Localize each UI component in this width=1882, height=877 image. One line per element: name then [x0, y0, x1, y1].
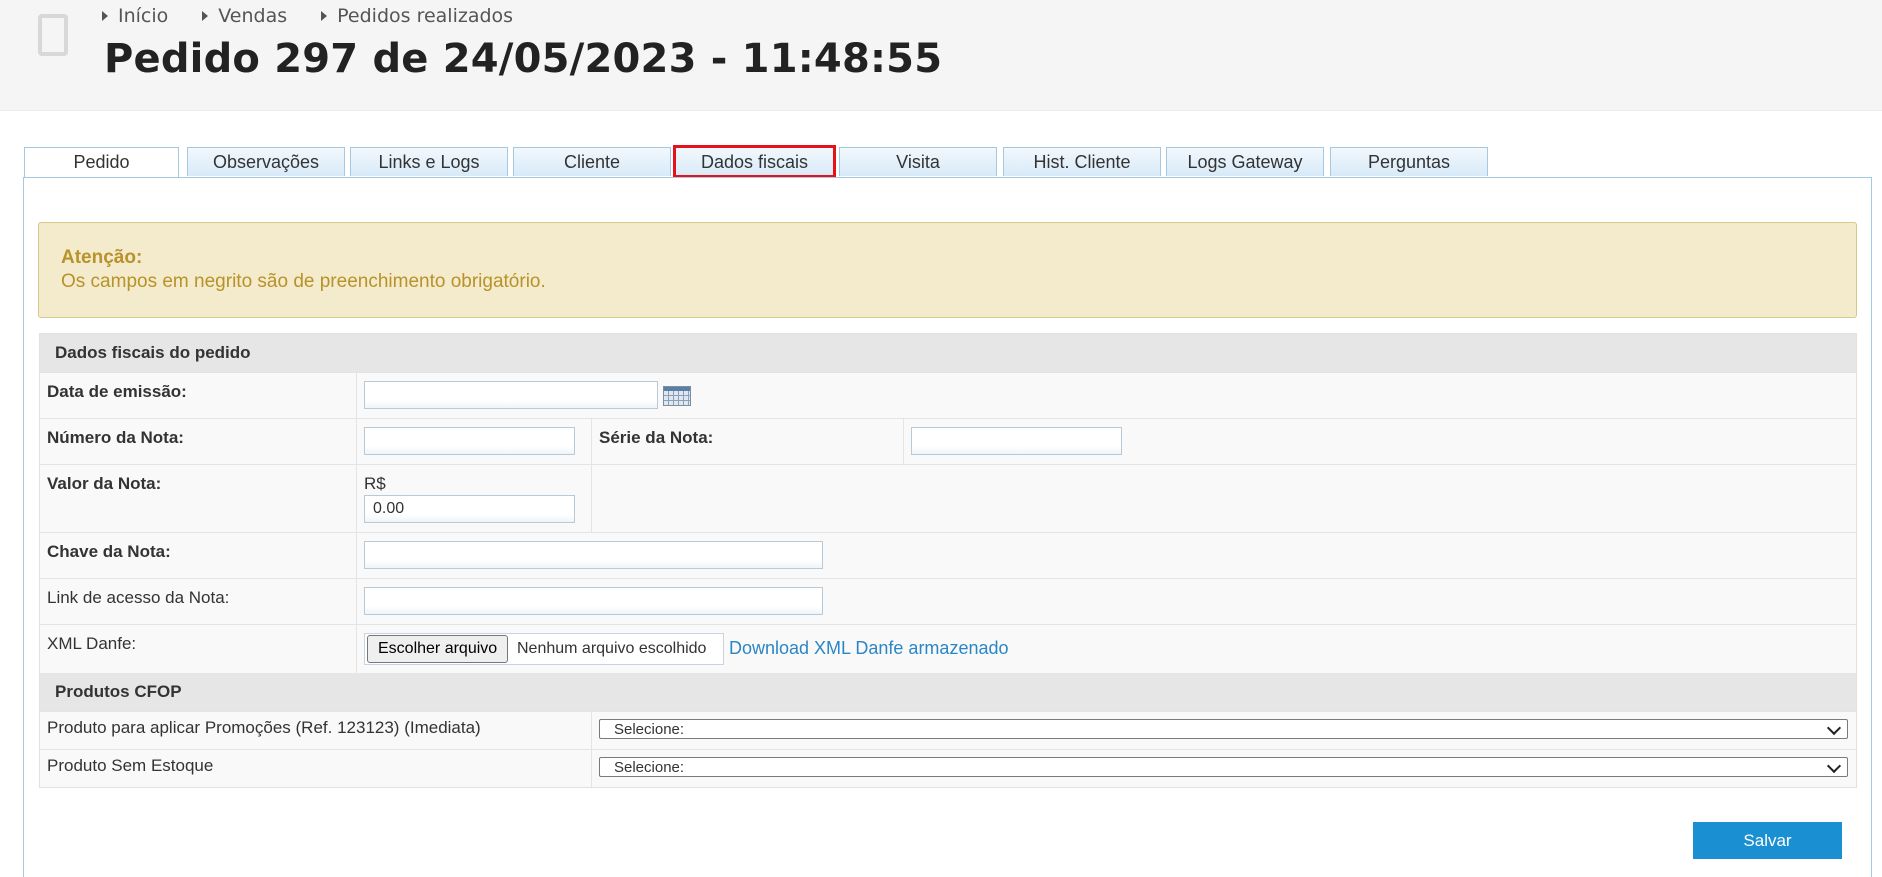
currency-label: R$ [364, 474, 386, 493]
row-link-nota: Link de acesso da Nota: [40, 578, 1856, 624]
chave-nota-cell [356, 533, 1856, 578]
tab-dados-fiscais[interactable]: Dados fiscais [673, 145, 836, 178]
tab-visita[interactable]: Visita [839, 147, 997, 176]
cfop-select[interactable]: Selecione: [599, 757, 1848, 777]
tab-logs-gateway[interactable]: Logs Gateway [1166, 147, 1324, 176]
link-nota-label: Link de acesso da Nota: [47, 588, 230, 607]
breadcrumb-label: Início [118, 5, 169, 27]
row-numero-serie: Número da Nota: Série da Nota: [40, 418, 1856, 464]
chave-nota-input[interactable] [364, 541, 823, 569]
serie-nota-input[interactable] [911, 427, 1122, 455]
download-xml-link[interactable]: Download XML Danfe armazenado [729, 638, 1009, 659]
cfop-product-label: Produto Sem Estoque [47, 756, 214, 775]
data-emissao-label: Data de emissão: [47, 382, 187, 401]
xml-danfe-label: XML Danfe: [47, 634, 137, 653]
breadcrumb-item-vendas[interactable]: Vendas [202, 5, 287, 27]
choose-file-button[interactable]: Escolher arquivo [367, 635, 509, 663]
numero-nota-cell [356, 419, 592, 464]
breadcrumb-item-pedidos[interactable]: Pedidos realizados [321, 5, 513, 27]
xml-danfe-cell: Escolher arquivo Nenhum arquivo escolhid… [356, 625, 1856, 673]
chevron-down-icon [1826, 720, 1842, 736]
page-title: Pedido 297 de 24/05/2023 - 11:48:55 [104, 36, 943, 82]
chave-nota-label: Chave da Nota: [47, 542, 171, 561]
alert-message: Os campos em negrito são de preenchiment… [61, 271, 546, 292]
file-status: Nenhum arquivo escolhido [517, 640, 707, 657]
breadcrumb: Início Vendas Pedidos realizados [102, 4, 547, 28]
breadcrumb-label: Pedidos realizados [337, 5, 514, 27]
caret-right-icon [321, 11, 328, 21]
valor-nota-label: Valor da Nota: [47, 474, 162, 493]
caret-right-icon [102, 11, 108, 21]
tab-perguntas[interactable]: Perguntas [1330, 147, 1488, 176]
alert-title: Atenção: [61, 247, 143, 268]
document-icon [38, 14, 68, 56]
breadcrumb-label: Vendas [218, 5, 288, 27]
row-valor-nota: Valor da Nota: R$ [40, 464, 1856, 532]
data-emissao-cell [356, 373, 1856, 418]
valor-nota-input[interactable] [364, 495, 575, 523]
breadcrumb-item-inicio[interactable]: Início [102, 5, 168, 27]
cfop-select-value: Selecione: [614, 759, 685, 776]
page-header: Início Vendas Pedidos realizados Pedido … [0, 0, 1882, 111]
tab-observacoes[interactable]: Observações [187, 147, 345, 176]
serie-nota-label: Série da Nota: [591, 419, 903, 464]
row-data-emissao: Data de emissão: [40, 372, 1856, 418]
empty-cell [591, 465, 1856, 532]
save-button[interactable]: Salvar [1693, 822, 1842, 859]
section-title-dados-fiscais: Dados fiscais do pedido [40, 334, 1856, 372]
link-nota-input[interactable] [364, 587, 823, 615]
data-emissao-input[interactable] [364, 381, 658, 409]
section-title-produtos-cfop: Produtos CFOP [40, 673, 1856, 711]
valor-nota-cell: R$ [356, 465, 592, 532]
chevron-down-icon [1826, 758, 1842, 774]
tab-hist-cliente[interactable]: Hist. Cliente [1003, 147, 1161, 176]
numero-nota-label: Número da Nota: [47, 428, 184, 447]
cfop-product-label: Produto para aplicar Promoções (Ref. 123… [47, 718, 481, 737]
cfop-product-cell: Selecione: [591, 750, 1856, 787]
fiscal-form: Dados fiscais do pedido Data de emissão:… [39, 333, 1857, 788]
cfop-product-cell: Selecione: [591, 712, 1856, 749]
tab-cliente[interactable]: Cliente [513, 147, 671, 176]
cfop-select-value: Selecione: [614, 721, 685, 738]
tab-links-logs[interactable]: Links e Logs [350, 147, 508, 176]
row-xml-danfe: XML Danfe: Escolher arquivo Nenhum arqui… [40, 624, 1856, 673]
numero-nota-input[interactable] [364, 427, 575, 455]
cfop-select[interactable]: Selecione: [599, 719, 1848, 739]
row-cfop-product: Produto Sem Estoque Selecione: [40, 749, 1856, 787]
tab-pedido[interactable]: Pedido [24, 147, 179, 178]
link-nota-cell [356, 579, 1856, 624]
row-cfop-product: Produto para aplicar Promoções (Ref. 123… [40, 711, 1856, 749]
caret-right-icon [202, 11, 209, 21]
warning-alert: Atenção: Os campos em negrito são de pre… [38, 222, 1857, 318]
file-input[interactable]: Escolher arquivo Nenhum arquivo escolhid… [364, 633, 724, 665]
calendar-icon[interactable] [663, 386, 691, 406]
serie-nota-cell [903, 419, 1856, 464]
row-chave-nota: Chave da Nota: [40, 532, 1856, 578]
